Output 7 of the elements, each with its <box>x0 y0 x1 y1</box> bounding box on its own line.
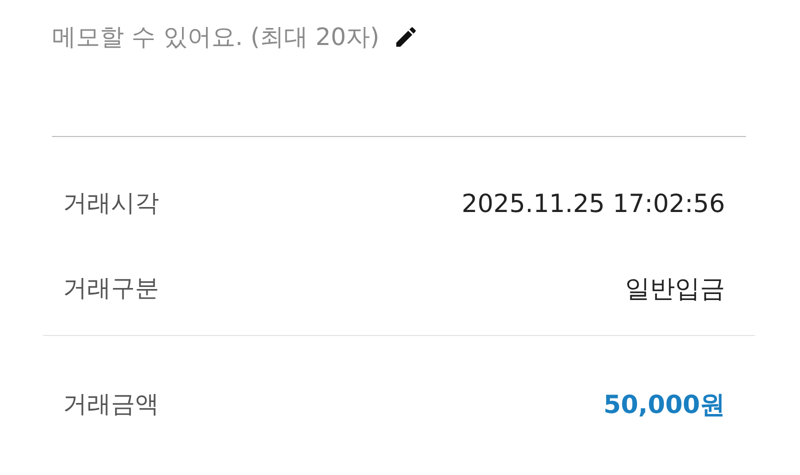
detail-label: 거래시각 <box>63 188 159 219</box>
detail-label: 거래구분 <box>63 273 159 304</box>
memo-hint: 메모할 수 있어요. (최대 20자) <box>52 22 380 53</box>
detail-value: 2025.11.25 17:02:56 <box>462 188 725 218</box>
amount-value: 50,000원 <box>604 388 725 420</box>
amount-label: 거래금액 <box>63 389 159 420</box>
detail-value: 일반입금 <box>625 272 725 304</box>
